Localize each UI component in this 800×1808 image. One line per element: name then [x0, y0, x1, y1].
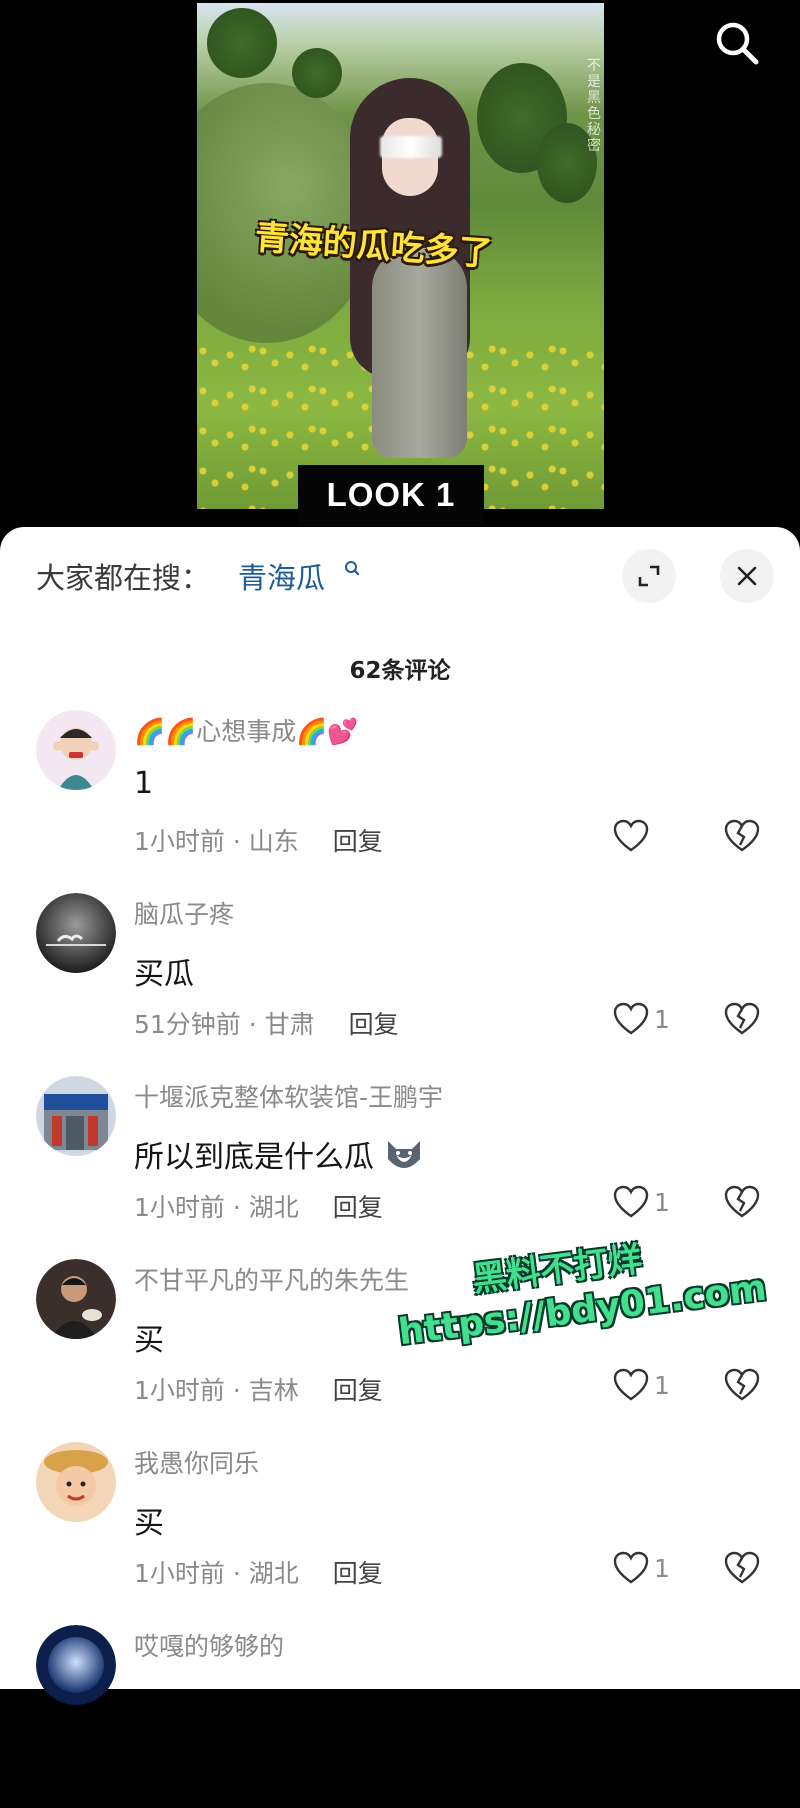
comment-sheet: 大家都在搜： 青海瓜 62条评论 🌈🌈心想事成🌈💕 1 1小时前 · 山东 回复… [0, 527, 800, 1705]
comment-username[interactable]: 我愚你同乐 [134, 1444, 259, 1480]
like-button[interactable]: 1 [612, 997, 670, 1041]
comment-username[interactable]: 脑瓜子疼 [134, 895, 234, 931]
comment-time-location: 1小时前 · 山东 [134, 827, 299, 856]
comment-time-location: 1小时前 · 湖北 [134, 1193, 299, 1222]
comment-text-content: 所以到底是什么瓜 [134, 1140, 374, 1175]
comment-text: 1 [134, 766, 154, 801]
avatar[interactable] [36, 1076, 116, 1156]
like-count: 1 [654, 1004, 670, 1034]
comment-username[interactable]: 哎嘎的够够的 [134, 1627, 284, 1663]
like-count: 1 [654, 1187, 670, 1217]
sheet-header: 大家都在搜： 青海瓜 [0, 527, 800, 621]
heart-outline-icon [613, 1002, 649, 1035]
heart-outline-icon [613, 1185, 649, 1218]
like-button[interactable]: 1 [612, 1546, 670, 1590]
reply-button[interactable]: 回复 [333, 827, 383, 856]
like-button[interactable]: 1 [612, 1180, 670, 1224]
avatar[interactable] [36, 710, 116, 790]
avatar[interactable] [36, 1625, 116, 1705]
comment-time-location: 51分钟前 · 甘肃 [134, 1010, 315, 1039]
comment-meta: 51分钟前 · 甘肃 回复 [134, 1005, 399, 1041]
comment-meta: 1小时前 · 湖北 回复 [134, 1554, 383, 1590]
comment-username[interactable]: 🌈🌈心想事成🌈💕 [134, 712, 359, 748]
comment-item: 脑瓜子疼 买瓜 51分钟前 · 甘肃 回复 1 [0, 893, 800, 1076]
comment-count: 62条评论 [349, 658, 451, 684]
comment-item: 🌈🌈心想事成🌈💕 1 1小时前 · 山东 回复 [0, 710, 800, 893]
comment-meta: 1小时前 · 吉林 回复 [134, 1371, 383, 1407]
dislike-button[interactable] [720, 1546, 764, 1590]
like-button[interactable] [612, 814, 654, 858]
avatar[interactable] [36, 1259, 116, 1339]
heart-outline-icon [613, 1368, 649, 1401]
broken-heart-icon [724, 1002, 760, 1035]
heart-outline-icon [613, 819, 649, 852]
close-icon [737, 566, 757, 586]
broken-heart-icon [724, 819, 760, 852]
broken-heart-icon [724, 1368, 760, 1401]
expand-button[interactable] [622, 549, 676, 603]
look-badge: LOOK 1 [298, 465, 484, 525]
tree [207, 8, 277, 78]
husky-emoji-icon [387, 1141, 420, 1168]
trending-search-link[interactable]: 青海瓜 [238, 555, 325, 597]
close-button[interactable] [720, 549, 774, 603]
dislike-button[interactable] [720, 1363, 764, 1407]
dress [372, 248, 467, 458]
broken-heart-icon [724, 1551, 760, 1584]
comment-time-location: 1小时前 · 吉林 [134, 1376, 299, 1405]
comment-meta: 1小时前 · 山东 回复 [134, 822, 383, 858]
comment-username[interactable]: 十堰派克整体软装馆-王鹏宇 [134, 1078, 443, 1114]
comment-text: 所以到底是什么瓜 [134, 1132, 424, 1176]
comment-item: 哎嘎的够够的 [0, 1625, 800, 1808]
reply-button[interactable]: 回复 [349, 1010, 399, 1039]
comment-text: 买 [134, 1506, 164, 1541]
reply-button[interactable]: 回复 [333, 1559, 383, 1588]
broken-heart-icon [724, 1185, 760, 1218]
comment-item: 我愚你同乐 买 1小时前 · 湖北 回复 1 [0, 1442, 800, 1625]
heart-outline-icon [613, 1551, 649, 1584]
dislike-button[interactable] [720, 997, 764, 1041]
reply-button[interactable]: 回复 [333, 1193, 383, 1222]
like-button[interactable]: 1 [612, 1363, 670, 1407]
blurred-eyes [380, 136, 442, 158]
comment-time-location: 1小时前 · 湖北 [134, 1559, 299, 1588]
like-count: 1 [654, 1370, 670, 1400]
expand-icon [638, 565, 660, 587]
reply-button[interactable]: 回复 [333, 1376, 383, 1405]
search-icon[interactable] [712, 18, 762, 68]
tree [292, 48, 342, 98]
trending-label: 大家都在搜： [36, 561, 211, 595]
avatar[interactable] [36, 1442, 116, 1522]
dislike-button[interactable] [720, 814, 764, 858]
video-watermark: 不是黑色秘密 [587, 58, 601, 154]
search-icon[interactable] [344, 560, 360, 578]
comment-text: 买瓜 [134, 957, 194, 992]
comment-text: 买 [134, 1323, 164, 1358]
like-count: 1 [654, 1553, 670, 1583]
avatar[interactable] [36, 893, 116, 973]
comment-username[interactable]: 不甘平凡的平凡的朱先生 [134, 1261, 409, 1297]
comment-meta: 1小时前 · 湖北 回复 [134, 1188, 383, 1224]
video-player[interactable]: 不是黑色秘密 青海的瓜吃多了 LOOK 1 [0, 0, 800, 540]
